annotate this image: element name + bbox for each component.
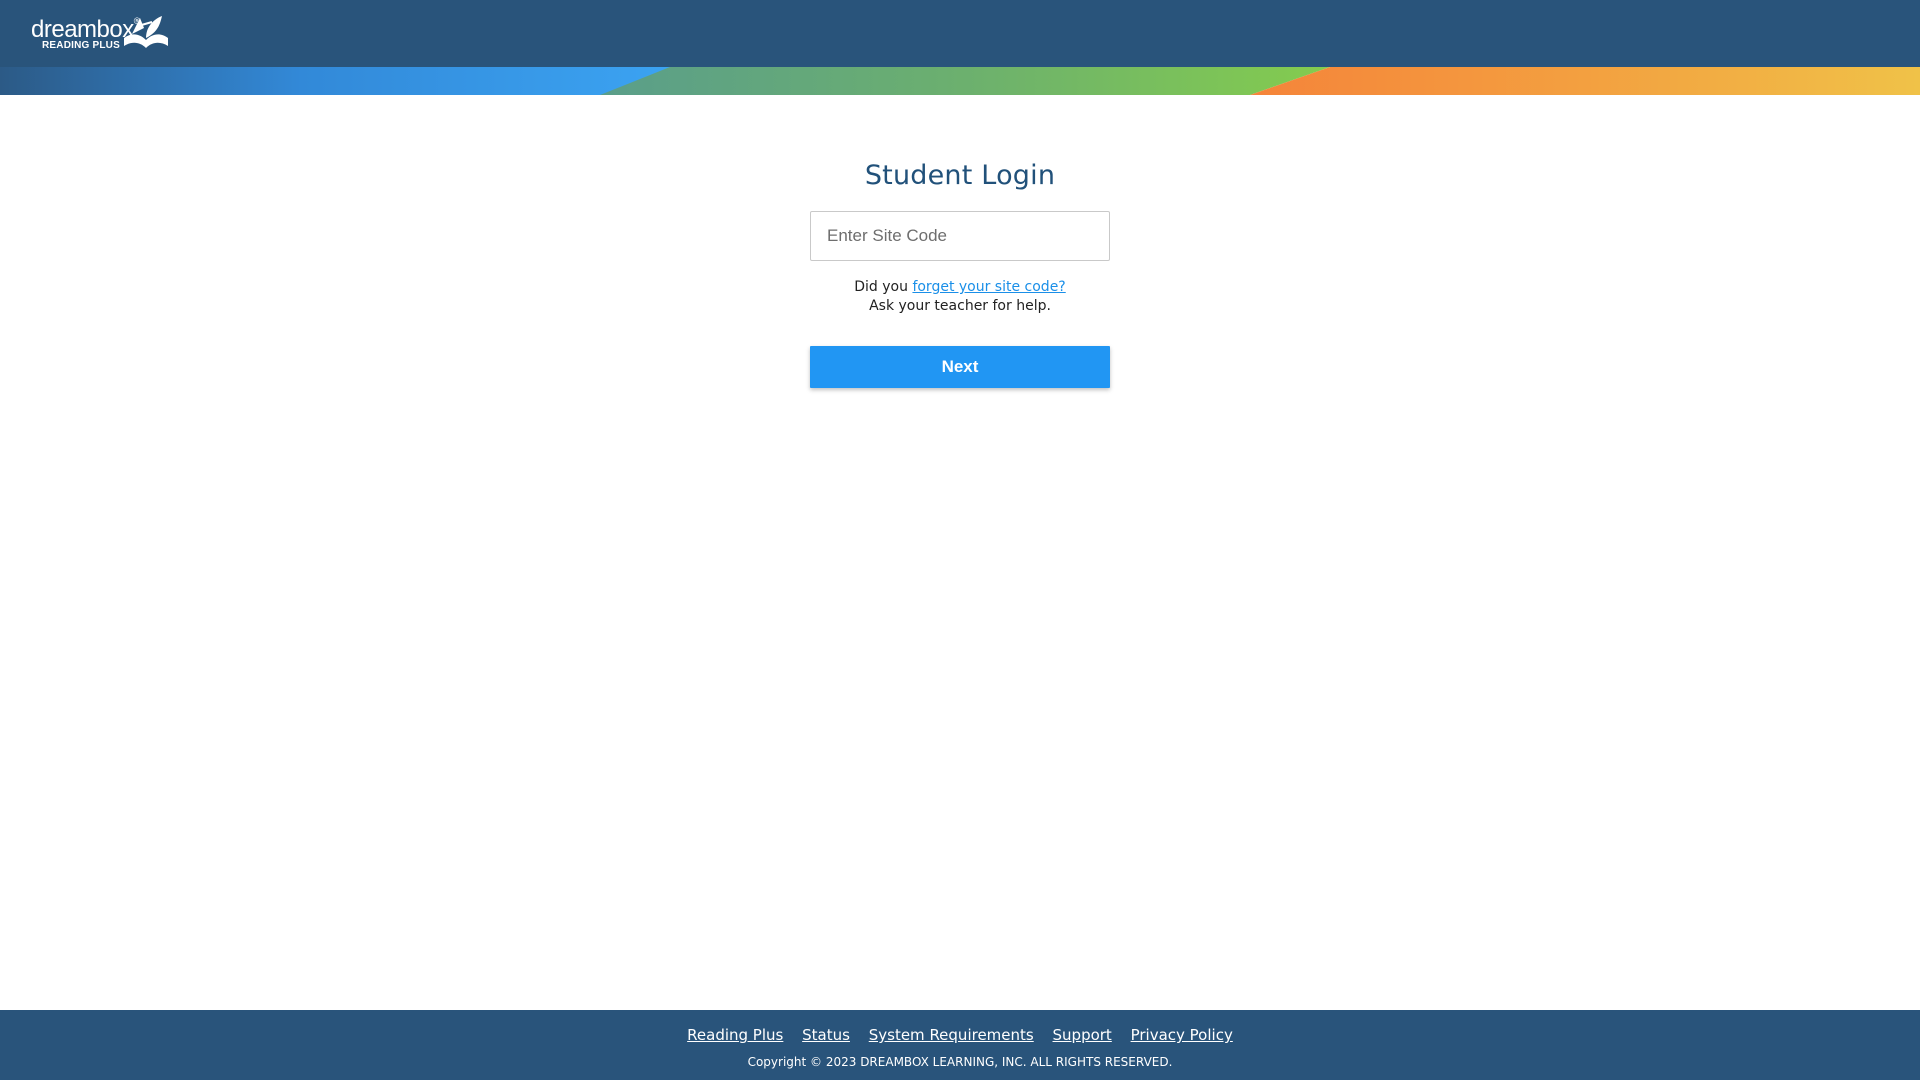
site-code-input[interactable]	[810, 211, 1110, 261]
color-banner	[0, 67, 1920, 95]
footer-link-privacy-policy[interactable]: Privacy Policy	[1131, 1026, 1233, 1044]
page-title: Student Login	[864, 160, 1056, 191]
page-footer: Reading Plus Status System Requirements …	[0, 1010, 1920, 1080]
footer-link-system-requirements[interactable]: System Requirements	[869, 1026, 1034, 1044]
forgot-site-code-link[interactable]: forget your site code?	[912, 279, 1065, 295]
copyright-text: Copyright © 2023 DREAMBOX LEARNING, INC.…	[747, 1055, 1173, 1069]
help-prefix: Did you	[854, 279, 913, 295]
student-login-form: Student Login Did you forget your site c…	[810, 158, 1110, 388]
next-button[interactable]: Next	[810, 346, 1110, 388]
help-text: Did you forget your site code? Ask your …	[810, 278, 1110, 316]
help-line-2: Ask your teacher for help.	[869, 298, 1051, 314]
footer-links: Reading Plus Status System Requirements …	[0, 1010, 1920, 1044]
logo-subtitle: READING PLUS	[42, 40, 120, 51]
dreambox-reading-plus-logo[interactable]: dreambox® READING PLUS	[31, 14, 171, 54]
book-bird-icon	[124, 16, 168, 48]
footer-link-support[interactable]: Support	[1053, 1026, 1112, 1044]
footer-link-status[interactable]: Status	[802, 1026, 850, 1044]
top-header: dreambox® READING PLUS	[0, 0, 1920, 67]
footer-link-reading-plus[interactable]: Reading Plus	[687, 1026, 783, 1044]
